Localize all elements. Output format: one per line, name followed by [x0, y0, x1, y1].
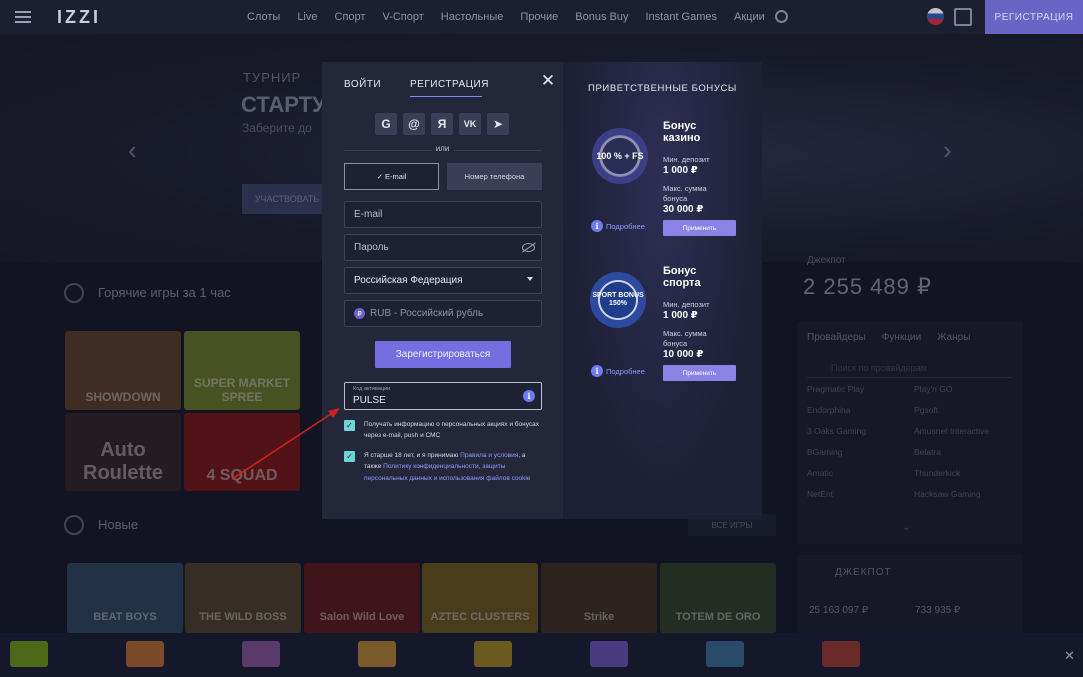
sport-max-value: 10 000 ₽	[663, 349, 704, 360]
consent-marketing-label: Получать информацию о персональных акция…	[364, 421, 539, 440]
sport-more-link[interactable]: i Подробнее	[591, 365, 645, 377]
nav-item[interactable]: Bonus Buy	[575, 11, 628, 23]
close-ticker-icon[interactable]: ✕	[1064, 648, 1075, 664]
ticker-thumb	[126, 641, 164, 667]
promo-code-field[interactable]: Код активации PULSE i	[344, 382, 542, 410]
or-label: или	[322, 144, 563, 153]
promo-code-label: Код активации	[353, 386, 391, 392]
google-icon[interactable]: G	[375, 113, 397, 135]
privacy-link[interactable]: Политику конфиденциальности, защиты перс…	[364, 463, 530, 481]
nav-item[interactable]: Instant Games	[645, 11, 717, 23]
currency-select[interactable]: ₽ RUB - Российский рубль	[344, 300, 542, 327]
telegram-icon[interactable]: ➤	[487, 113, 509, 135]
sport-min-label: Мин. депозит	[663, 300, 710, 309]
consent-marketing-checkbox[interactable]: ✓	[344, 420, 355, 431]
bonuses-heading: ПРИВЕТСТВЕННЫЕ БОНУСЫ	[588, 83, 737, 94]
active-tab-underline	[410, 96, 482, 97]
top-bar: IZZI Слоты Live Спорт V-Спорт Настольные…	[0, 0, 1083, 34]
nav-item[interactable]: Прочие	[520, 11, 558, 23]
language-flag-icon[interactable]	[927, 8, 944, 25]
login-icon[interactable]	[954, 8, 972, 26]
ticker-thumb	[10, 641, 48, 667]
casino-apply-button[interactable]: Применить	[663, 220, 736, 236]
register-submit-button[interactable]: Зарегистрироваться	[375, 341, 511, 368]
ticker-thumb	[706, 641, 744, 667]
casino-min-value: 1 000 ₽	[663, 165, 698, 176]
ticker-item[interactable]	[590, 641, 628, 669]
yandex-icon[interactable]: Я	[431, 113, 453, 135]
promo-code-value[interactable]: PULSE	[353, 395, 386, 406]
ticker-thumb	[474, 641, 512, 667]
ticker-thumb	[358, 641, 396, 667]
casino-more-link[interactable]: i Подробнее	[591, 220, 645, 232]
ticker-item[interactable]	[358, 641, 396, 669]
ticker-thumb	[242, 641, 280, 667]
casino-bonus-title: Бонус казино	[663, 120, 701, 144]
ticker-item[interactable]	[10, 641, 48, 669]
ticker-thumb	[590, 641, 628, 667]
country-select[interactable]: Российская Федерация	[344, 267, 542, 294]
info-icon: i	[591, 365, 603, 377]
info-icon[interactable]: i	[523, 390, 535, 402]
sport-max-label: Макс. сумма бонуса	[663, 329, 707, 348]
ticker-item[interactable]	[706, 641, 744, 669]
nav-item[interactable]: Слоты	[247, 11, 280, 23]
phone-method-button[interactable]: Номер телефона	[447, 163, 542, 190]
ticker-item[interactable]	[474, 641, 512, 669]
ticker-item[interactable]	[242, 641, 280, 669]
register-top-button[interactable]: РЕГИСТРАЦИЯ	[985, 0, 1083, 34]
consent-terms-label: Я старше 18 лет, и я принимаю Правила и …	[364, 452, 531, 482]
mail-icon[interactable]: @	[403, 113, 425, 135]
consent-terms-checkbox[interactable]: ✓	[344, 451, 355, 462]
ruble-icon: ₽	[354, 308, 365, 319]
password-field[interactable]: Пароль	[344, 234, 542, 261]
dropdown-arrow-icon	[527, 277, 533, 281]
email-field[interactable]: E-mail	[344, 201, 542, 228]
tab-login[interactable]: ВОЙТИ	[344, 79, 381, 90]
tab-register[interactable]: РЕГИСТРАЦИЯ	[410, 79, 489, 90]
casino-max-label: Макс. сумма бонуса	[663, 184, 707, 203]
casino-max-value: 30 000 ₽	[663, 204, 704, 215]
sport-bonus-chip: SPORT BONUS 150%	[590, 272, 646, 328]
vk-icon[interactable]: VK	[459, 113, 481, 135]
close-icon[interactable]: ✕	[540, 72, 556, 89]
nav-item[interactable]: Настольные	[441, 11, 504, 23]
nav-item[interactable]: Live	[297, 11, 317, 23]
search-icon[interactable]	[775, 10, 788, 23]
menu-icon[interactable]	[15, 11, 31, 23]
ticker-thumb	[822, 641, 860, 667]
nav-item[interactable]: Спорт	[335, 11, 366, 23]
eye-icon[interactable]	[522, 243, 535, 252]
sport-min-value: 1 000 ₽	[663, 310, 698, 321]
terms-link[interactable]: Правила и условия	[460, 452, 518, 459]
sport-apply-button[interactable]: Применить	[663, 365, 736, 381]
casino-bonus-chip: 100 % + FS	[592, 128, 648, 184]
sport-bonus-title: Бонус спорта	[663, 265, 701, 289]
nav-item[interactable]: Акции	[734, 11, 765, 23]
ticker-item[interactable]	[126, 641, 164, 669]
nav-item[interactable]: V-Спорт	[382, 11, 423, 23]
ticker-item[interactable]	[822, 641, 860, 669]
main-nav: Слоты Live Спорт V-Спорт Настольные Проч…	[247, 0, 765, 34]
email-method-button[interactable]: ✓ E-mail	[344, 163, 439, 190]
logo[interactable]: IZZI	[57, 7, 101, 28]
welcome-bonuses-panel: ПРИВЕТСТВЕННЫЕ БОНУСЫ 100 % + FS Бонус к…	[563, 62, 762, 519]
winners-ticker	[0, 633, 1083, 677]
info-icon: i	[591, 220, 603, 232]
social-login-row: G @ Я VK ➤	[375, 113, 509, 135]
casino-min-label: Мин. депозит	[663, 155, 710, 164]
registration-form-panel: ВОЙТИ РЕГИСТРАЦИЯ ✕ G @ Я VK ➤ или ✓ E-m…	[322, 62, 563, 519]
